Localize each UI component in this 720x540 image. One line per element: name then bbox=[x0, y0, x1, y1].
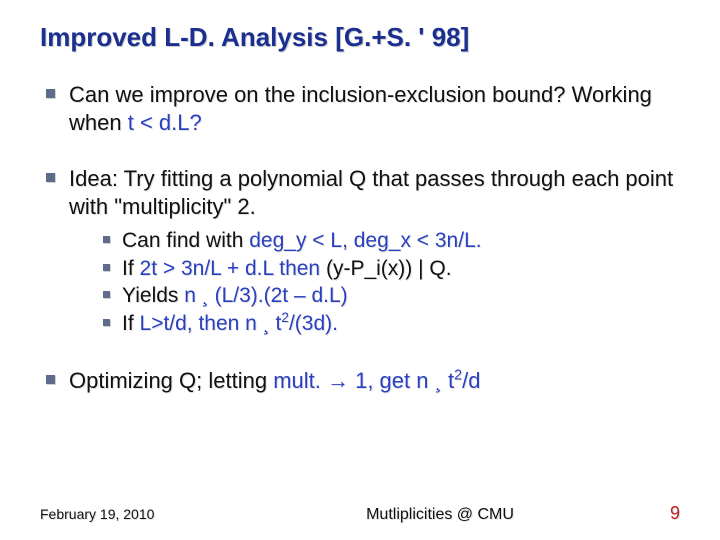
bullet-text: Idea: Try fitting a polynomial Q that pa… bbox=[69, 165, 676, 221]
bullet-text: Optimizing Q; letting mult. → 1, get n ¸… bbox=[69, 367, 480, 395]
sub-bullet-text: If 2t > 3n/L + d.L then (y-P_i(x)) | Q. bbox=[122, 256, 452, 283]
square-bullet-icon bbox=[103, 319, 110, 326]
slide: Improved L-D. Analysis [G.+S. ' 98] Can … bbox=[0, 0, 720, 540]
footer-page-number: 9 bbox=[620, 503, 680, 524]
square-bullet-icon bbox=[46, 375, 55, 384]
title-main: Improved L-D. Analysis bbox=[40, 22, 335, 52]
footer-center: Mutliplicities @ CMU bbox=[260, 506, 620, 524]
sub-bullet-item: If L>t/d, then n ¸ t2/(3d). bbox=[103, 311, 676, 338]
slide-footer: February 19, 2010 Mutliplicities @ CMU 9 bbox=[0, 503, 720, 524]
slide-title: Improved L-D. Analysis [G.+S. ' 98] bbox=[40, 22, 680, 53]
footer-date: February 19, 2010 bbox=[40, 506, 260, 522]
square-bullet-icon bbox=[46, 173, 55, 182]
bullet-text: Can we improve on the inclusion-exclusio… bbox=[69, 81, 676, 137]
bullet-item: Optimizing Q; letting mult. → 1, get n ¸… bbox=[46, 367, 676, 395]
sub-bullet-item: Can find with deg_y < L, deg_x < 3n/L. bbox=[103, 228, 676, 255]
sub-bullet-list: Can find with deg_y < L, deg_x < 3n/L.If… bbox=[69, 228, 676, 339]
square-bullet-icon bbox=[103, 236, 110, 243]
bullet-item: Can we improve on the inclusion-exclusio… bbox=[46, 81, 676, 137]
square-bullet-icon bbox=[46, 89, 55, 98]
square-bullet-icon bbox=[103, 264, 110, 271]
sub-bullet-item: Yields n ¸ (L/3).(2t – d.L) bbox=[103, 283, 676, 310]
bullet-list: Can we improve on the inclusion-exclusio… bbox=[40, 81, 680, 395]
sub-bullet-text: If L>t/d, then n ¸ t2/(3d). bbox=[122, 311, 338, 338]
square-bullet-icon bbox=[103, 291, 110, 298]
sub-bullet-text: Can find with deg_y < L, deg_x < 3n/L. bbox=[122, 228, 482, 255]
sub-bullet-text: Yields n ¸ (L/3).(2t – d.L) bbox=[122, 283, 348, 310]
sub-bullet-item: If 2t > 3n/L + d.L then (y-P_i(x)) | Q. bbox=[103, 256, 676, 283]
title-citation: [G.+S. ' 98] bbox=[335, 22, 469, 52]
bullet-item: Idea: Try fitting a polynomial Q that pa… bbox=[46, 165, 676, 339]
